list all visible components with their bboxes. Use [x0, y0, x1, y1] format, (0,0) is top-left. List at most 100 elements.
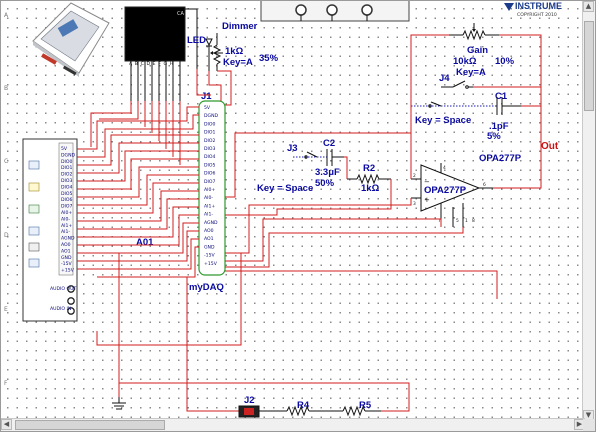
j3-label: J3 [287, 143, 298, 154]
pot1-key: Key=A [223, 57, 253, 68]
seven-segment-display-icon[interactable]: CA A B C D E F G H [124, 6, 198, 101]
instrume-logo-text: INSTRUME [515, 1, 562, 11]
schematic-drawing: INSTRUME COPYRIGHT 2010 CA A B C D E F G… [4, 1, 562, 418]
svg-text:+: + [424, 196, 430, 204]
opamp-pin-8: 8 [472, 218, 475, 224]
c2-label: C2 [323, 138, 335, 149]
j1-pin-label: 5V [204, 105, 211, 111]
opamp-pin-2: 2 [413, 173, 416, 179]
copyright-text: COPYRIGHT 2010 [517, 12, 557, 18]
scroll-left-button[interactable]: ◀ [1, 419, 12, 430]
supply-pin-label: -15V [61, 261, 73, 267]
supply-pin-label: DIO4 [61, 184, 73, 190]
j1-pin-label: DIO7 [204, 179, 216, 185]
terminal-icon[interactable] [295, 4, 307, 16]
supply-pin-label: DIO0 [61, 159, 73, 165]
mydaq-label: myDAQ [189, 282, 224, 293]
opamp-top-label: OPA277P [479, 153, 522, 164]
j1-pin-label: DIO5 [204, 162, 216, 168]
j1-pin-label: DGND [204, 113, 219, 119]
supply-pin-label: DIO2 [61, 172, 73, 178]
j1-pin-label: -15V [204, 253, 216, 259]
supply-pin-label: AI1- [61, 229, 70, 235]
instrument-panel-top[interactable] [260, 1, 410, 22]
display-common-label: CA [177, 11, 184, 17]
j4-key: Key=A [456, 67, 486, 78]
supply-pin-label: DIO7 [61, 204, 73, 210]
led-icon[interactable] [205, 38, 213, 71]
j1-pin-label: DIO1 [204, 130, 216, 136]
svg-text:A: A [4, 12, 9, 19]
j1-pin-label: DIO2 [204, 138, 216, 144]
out-label: Out [541, 141, 559, 152]
display-pin-labels: A B C D E F G H [129, 61, 174, 67]
vertical-scrollbar[interactable]: ▲ ▼ [582, 1, 595, 421]
svg-text:D: D [4, 232, 9, 239]
supply-pin-label: DGND [61, 152, 76, 158]
supply-pin-label: AI0- [61, 216, 70, 222]
dimmer-label: Dimmer [222, 21, 258, 32]
horizontal-scrollbar[interactable]: ◀ ▶ [1, 418, 585, 431]
c2-percent: 50% [315, 178, 335, 189]
supply-pin-label: DIO5 [61, 191, 73, 197]
j1-pin-label: AO1 [204, 236, 214, 242]
j1-label: J1 [201, 91, 212, 102]
opamp-pin-5: 5 [456, 218, 459, 224]
c2-capacitor-icon[interactable] [293, 149, 344, 166]
pot1-value: 1kΩ [225, 46, 244, 57]
opamp-pin-3: 3 [413, 201, 416, 207]
supply-pin-label: DIO1 [61, 165, 73, 171]
j1-pin-label: +15V [204, 261, 218, 267]
led-label: LED [187, 35, 206, 46]
svg-text:F: F [4, 380, 8, 387]
j3-key: Key = Space [257, 183, 313, 194]
c1-percent: 5% [487, 131, 501, 142]
audio-out-jack-icon[interactable] [67, 297, 75, 305]
schematic-window: INSTRUME COPYRIGHT 2010 CA A B C D E F G… [0, 0, 596, 432]
row-ruler: A B C D E F [4, 12, 9, 387]
schematic-canvas[interactable]: INSTRUME COPYRIGHT 2010 CA A B C D E F G… [1, 1, 584, 421]
j1-pin-label: DIO6 [204, 171, 216, 177]
j1-pin-label: DIO3 [204, 146, 216, 152]
j1-pin-label: AI0- [204, 195, 213, 201]
scroll-up-button[interactable]: ▲ [583, 1, 594, 12]
r2-value: 1kΩ [361, 183, 380, 194]
gain-label: Gain [467, 45, 488, 56]
gain-percent: 10% [495, 56, 515, 67]
terminal-icon[interactable] [326, 4, 338, 16]
j2-switch-icon[interactable] [238, 405, 260, 418]
j1-pin-label: GND [204, 244, 215, 250]
supply-pin-label: AO1 [61, 248, 71, 254]
audio-in-label: AUDIO IN [50, 306, 71, 312]
j1-pin-label: AGND [204, 220, 218, 226]
j1-pin-label: DIO4 [204, 154, 216, 160]
gain-potentiometer-icon[interactable] [449, 23, 499, 41]
vertical-scroll-thumb[interactable] [584, 21, 594, 111]
audio-out-label: AUDIO OUT [50, 286, 76, 292]
a01-label: A01 [136, 237, 154, 248]
pot1-percent: 35% [259, 53, 279, 64]
scrollbar-corner [583, 419, 595, 431]
mydaq-device-image [32, 2, 110, 77]
svg-text:E: E [4, 306, 8, 313]
r2-resistor-icon[interactable] [347, 173, 391, 185]
ground-icon [112, 397, 126, 410]
terminal-icon[interactable] [361, 4, 373, 16]
supply-pin-label: DIO6 [61, 197, 73, 203]
horizontal-scroll-thumb[interactable] [15, 420, 165, 430]
c2-value: 3.3μF [315, 167, 340, 178]
supply-pin-label: AO0 [61, 242, 71, 248]
j1-pin-label: AO0 [204, 228, 214, 234]
j1-pin-label: AI1+ [204, 203, 215, 209]
supply-pin-label: 5V [61, 146, 68, 152]
j1-pin-label: DIO0 [204, 121, 216, 127]
supply-pin-label: GND [61, 255, 72, 261]
j1-pin-label: AI1- [204, 212, 213, 218]
j4-label: J4 [439, 73, 450, 84]
gain-value: 10kΩ [453, 56, 477, 67]
opamp-pin-4: 4 [443, 165, 446, 171]
instrume-logo-icon: INSTRUME COPYRIGHT 2010 [504, 1, 562, 18]
r4-resistor-icon[interactable] [259, 405, 343, 417]
opamp-body-label: OPA277P [424, 185, 467, 196]
svg-text:C: C [4, 158, 8, 165]
